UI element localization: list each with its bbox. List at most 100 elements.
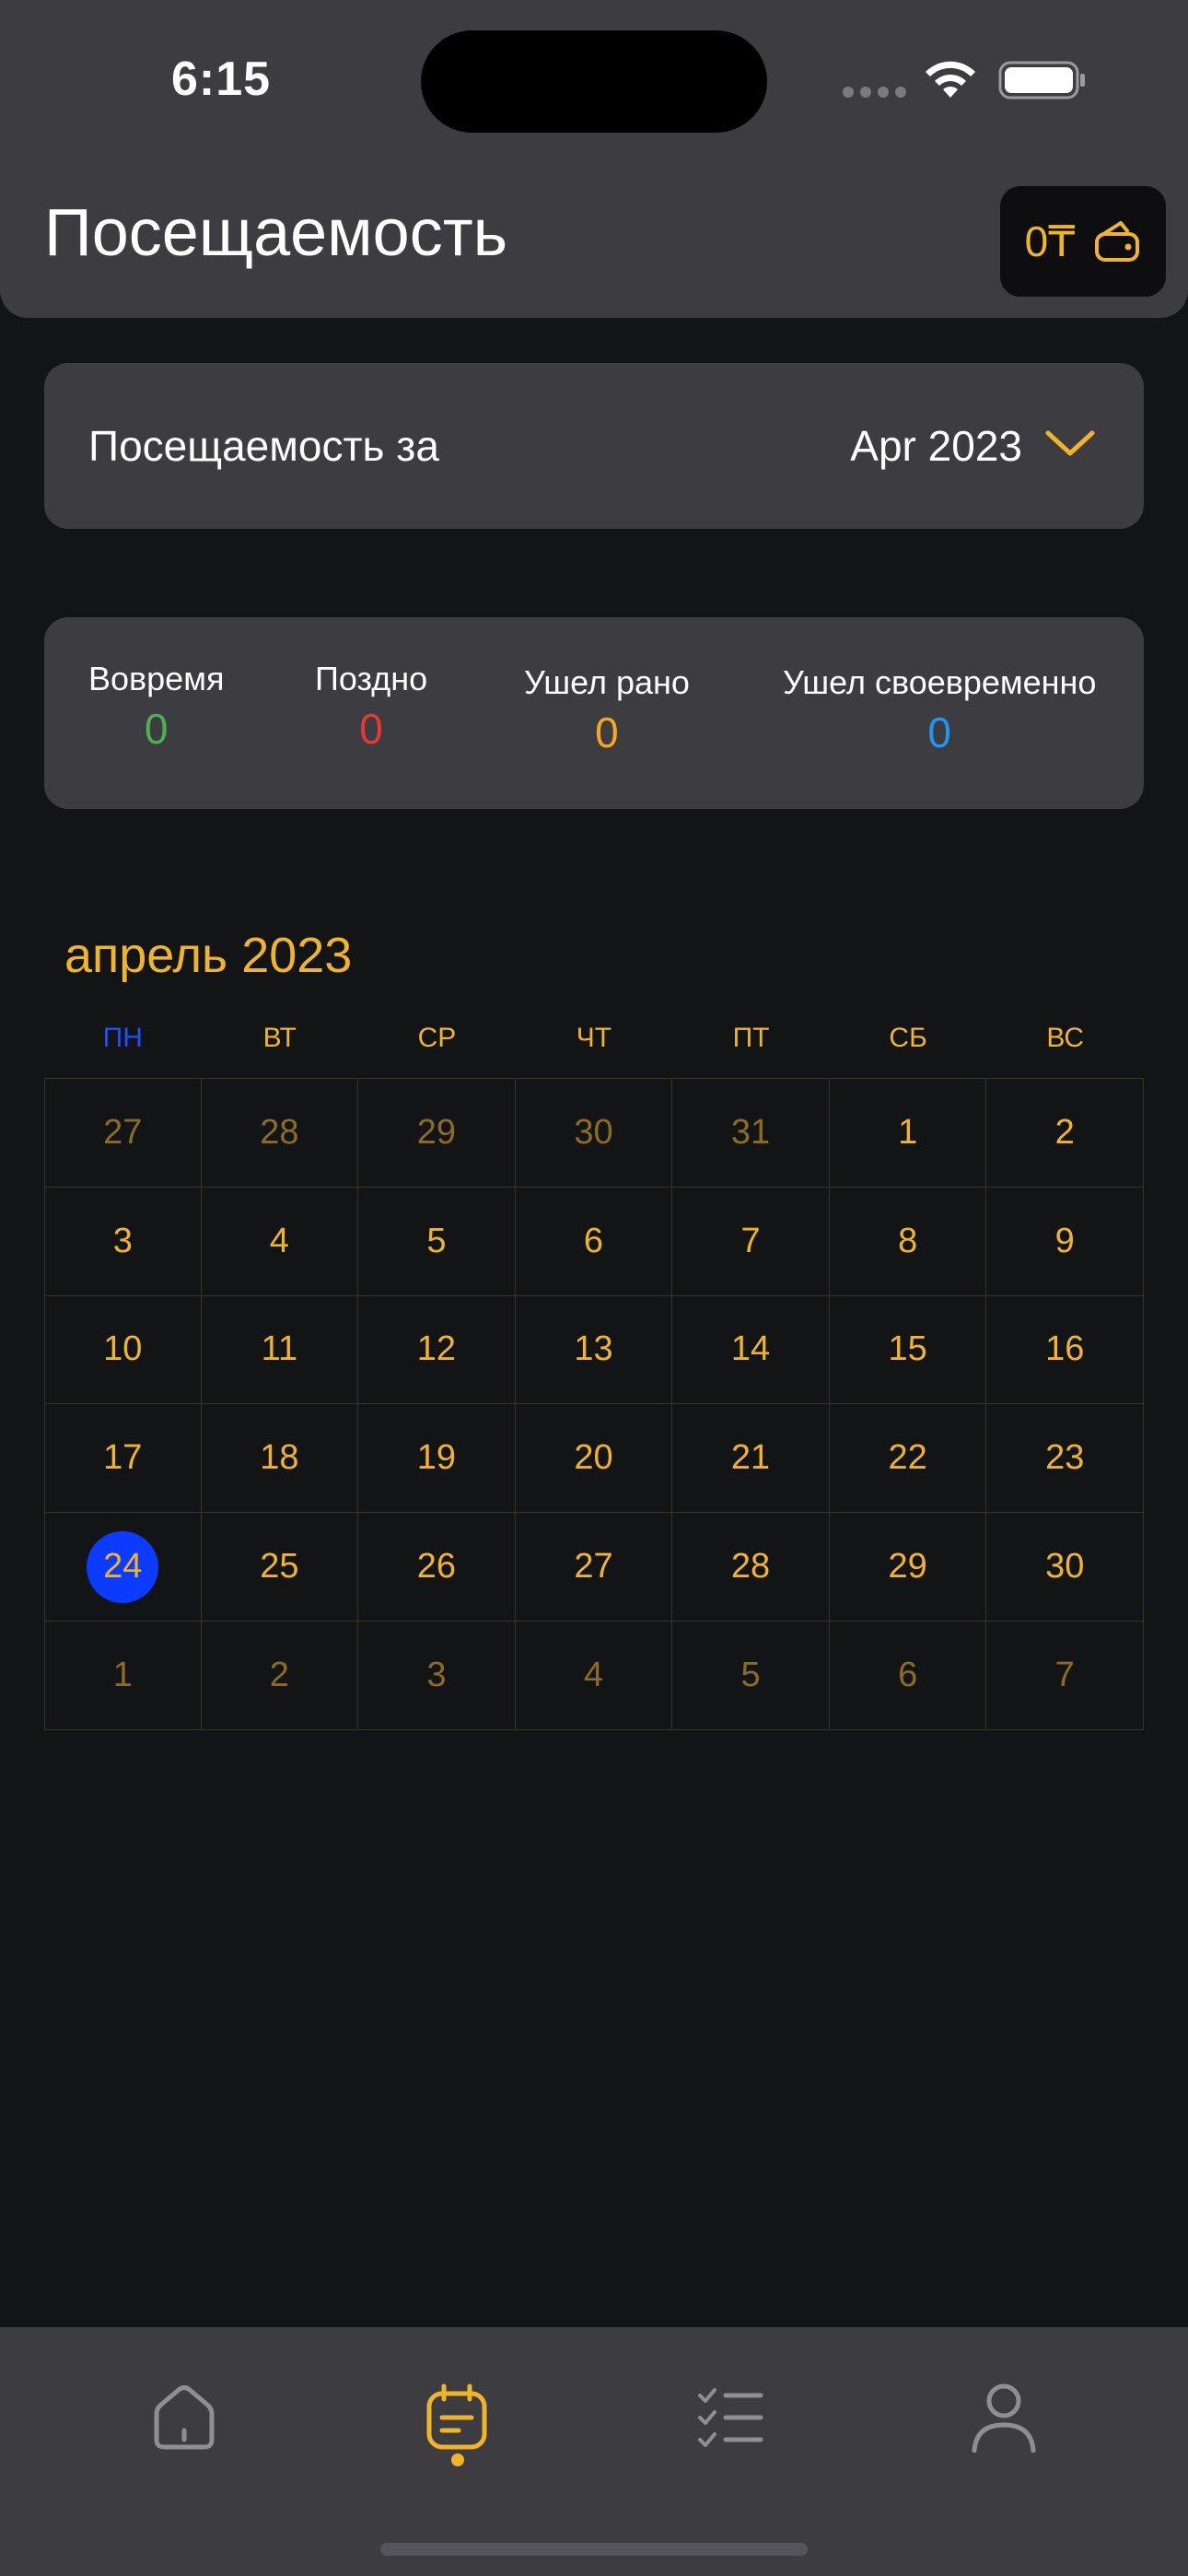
calendar-day-number: 29 xyxy=(888,1547,927,1587)
calendar-day-number: 20 xyxy=(574,1438,613,1478)
calendar-day[interactable]: 14 xyxy=(672,1295,830,1405)
calendar-day[interactable]: 10 xyxy=(44,1295,202,1405)
calendar-day-number: 26 xyxy=(416,1547,457,1587)
calendar-day[interactable]: 11 xyxy=(201,1295,359,1405)
wallet-button[interactable]: 0₸ xyxy=(1000,186,1166,297)
calendar-day[interactable]: 7 xyxy=(986,1621,1144,1730)
profile-icon[interactable] xyxy=(969,2383,1039,2453)
stat-value: 0 xyxy=(595,708,619,756)
stat-label: Вовремя xyxy=(88,660,225,697)
calendar-day-number: 29 xyxy=(416,1112,457,1152)
stat-value: 0 xyxy=(144,705,169,753)
calendar-day[interactable]: 22 xyxy=(829,1404,987,1514)
weekday-label: СБ xyxy=(889,1023,927,1053)
stat-label: Ушел рано xyxy=(524,663,690,701)
calendar-day[interactable]: 27 xyxy=(515,1513,673,1622)
stat-late: Поздно 0 xyxy=(315,660,427,754)
calendar-day[interactable]: 1 xyxy=(44,1621,202,1730)
calendar-day-number: 7 xyxy=(1054,1655,1075,1694)
weekday-label: ЧТ xyxy=(576,1023,612,1053)
calendar-day[interactable]: 2 xyxy=(986,1079,1144,1188)
cellular-signal-icon xyxy=(843,87,906,98)
calendar-day[interactable]: 25 xyxy=(201,1513,359,1622)
calendar-day[interactable]: 5 xyxy=(672,1621,830,1730)
calendar-day-number: 15 xyxy=(888,1329,927,1369)
calendar-day[interactable]: 4 xyxy=(201,1187,359,1296)
calendar-day[interactable]: 16 xyxy=(986,1295,1144,1405)
calendar-day[interactable]: 4 xyxy=(515,1621,673,1730)
calendar-day-number: 10 xyxy=(103,1329,143,1369)
wallet-amount: 0₸ xyxy=(1024,217,1076,265)
calendar-day[interactable]: 2 xyxy=(201,1621,359,1730)
attendance-icon[interactable] xyxy=(422,2383,492,2453)
stat-left-on-time: Ушел своевременно 0 xyxy=(783,663,1096,757)
period-selector[interactable]: Посещаемость за Apr 2023 xyxy=(44,363,1144,529)
calendar-day[interactable]: 29 xyxy=(358,1079,516,1188)
calendar-day[interactable]: 28 xyxy=(201,1079,359,1188)
calendar-day-number: 22 xyxy=(888,1438,927,1478)
calendar-day-number: 19 xyxy=(416,1438,457,1478)
calendar-day[interactable]: 1 xyxy=(829,1079,987,1188)
calendar-day[interactable]: 18 xyxy=(201,1404,359,1514)
calendar-day[interactable]: 23 xyxy=(986,1404,1144,1514)
calendar-day[interactable]: 17 xyxy=(44,1404,202,1514)
dynamic-island xyxy=(421,30,767,133)
calendar-day-number: 9 xyxy=(1054,1221,1075,1260)
calendar-day[interactable]: 31 xyxy=(672,1079,830,1188)
calendar-day[interactable]: 30 xyxy=(986,1513,1144,1622)
calendar-day-number: 30 xyxy=(1045,1547,1085,1587)
header: 6:15 Посещаемость 0₸ xyxy=(0,0,1188,318)
calendar-day-number: 8 xyxy=(898,1221,918,1260)
calendar-day[interactable]: 5 xyxy=(358,1187,516,1296)
calendar-day-number: 28 xyxy=(730,1547,771,1587)
calendar-day[interactable]: 12 xyxy=(358,1295,516,1405)
calendar-day[interactable]: 26 xyxy=(358,1513,516,1622)
calendar-day[interactable]: 7 xyxy=(672,1187,830,1296)
calendar-day[interactable]: 28 xyxy=(672,1513,830,1622)
calendar-day-number: 25 xyxy=(260,1547,299,1587)
weekday-label: ПТ xyxy=(732,1023,770,1053)
weekday-label: ВС xyxy=(1046,1023,1084,1053)
calendar-day-number: 21 xyxy=(730,1438,771,1478)
calendar-day[interactable]: 6 xyxy=(829,1621,987,1730)
status-time: 6:15 xyxy=(171,53,272,106)
calendar-day[interactable]: 27 xyxy=(44,1079,202,1188)
calendar-day-number: 1 xyxy=(112,1655,133,1694)
calendar-day-number: 24 xyxy=(87,1530,159,1603)
wifi-icon xyxy=(926,61,975,98)
tasks-list-icon[interactable] xyxy=(696,2383,766,2453)
calendar-day[interactable]: 29 xyxy=(829,1513,987,1622)
calendar-day[interactable]: 13 xyxy=(515,1295,673,1405)
stat-value: 0 xyxy=(359,705,383,753)
calendar-day-number: 12 xyxy=(416,1329,457,1369)
stat-on-time: Вовремя 0 xyxy=(88,660,224,754)
calendar-day[interactable]: 9 xyxy=(986,1187,1144,1296)
calendar-month-title: апрель 2023 xyxy=(64,928,353,983)
calendar-day-number: 31 xyxy=(730,1112,771,1152)
attendance-stats: Вовремя 0 Поздно 0 Ушел рано 0 Ушел свое… xyxy=(44,617,1144,809)
calendar-day-number: 5 xyxy=(426,1221,447,1260)
period-value: Apr 2023 xyxy=(850,422,1022,470)
calendar-day-number: 18 xyxy=(260,1438,299,1478)
weekday-label: СР xyxy=(417,1023,457,1053)
stat-value: 0 xyxy=(927,708,952,756)
home-icon[interactable] xyxy=(149,2383,219,2453)
calendar-day-today[interactable]: 24 xyxy=(44,1513,202,1622)
calendar-day[interactable]: 8 xyxy=(829,1187,987,1296)
calendar-day[interactable]: 3 xyxy=(358,1621,516,1730)
tab-bar xyxy=(0,2327,1188,2576)
calendar-day-number: 3 xyxy=(426,1655,447,1694)
calendar-day-number: 27 xyxy=(574,1547,613,1587)
calendar-day[interactable]: 30 xyxy=(515,1079,673,1188)
calendar-day[interactable]: 3 xyxy=(44,1187,202,1296)
period-label: Посещаемость за xyxy=(88,422,439,470)
calendar-day[interactable]: 21 xyxy=(672,1404,830,1514)
active-tab-indicator xyxy=(451,2453,464,2466)
calendar-day[interactable]: 19 xyxy=(358,1404,516,1514)
stat-label: Ушел своевременно xyxy=(783,663,1097,701)
calendar-day[interactable]: 20 xyxy=(515,1404,673,1514)
calendar-day[interactable]: 6 xyxy=(515,1187,673,1296)
calendar-day[interactable]: 15 xyxy=(829,1295,987,1405)
calendar-day-number: 2 xyxy=(269,1655,289,1694)
wallet-icon xyxy=(1095,221,1140,262)
